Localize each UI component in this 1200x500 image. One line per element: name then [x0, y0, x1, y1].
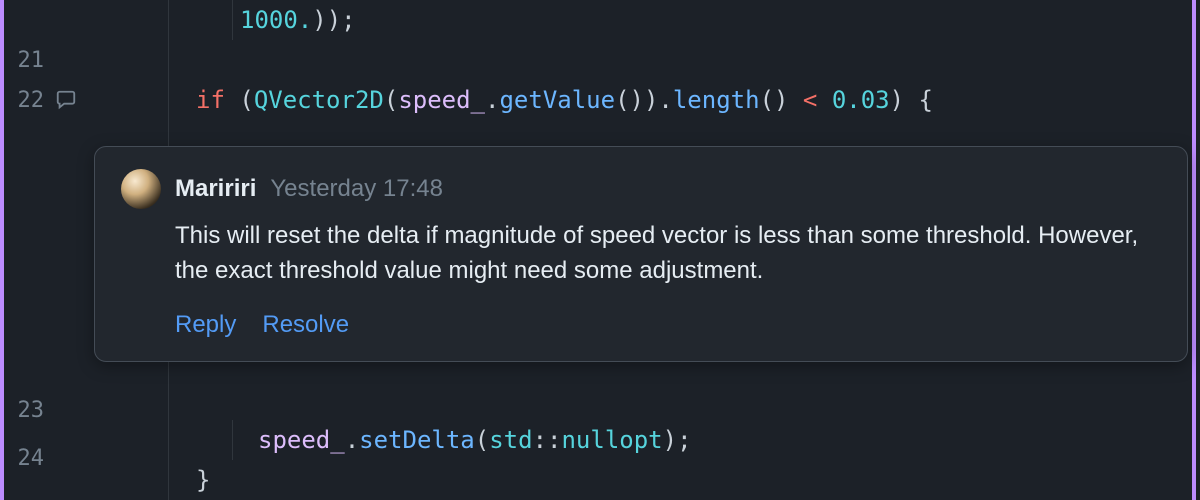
line-number: 21 [12, 48, 44, 73]
gutter-row [4, 0, 88, 40]
comment-timestamp: Yesterday 17:48 [270, 175, 443, 203]
comment-author[interactable]: Maririri [175, 175, 256, 203]
indent-guide [232, 420, 233, 460]
comment-header: Maririri Yesterday 17:48 [121, 169, 1161, 209]
gutter-row: 21 [4, 40, 88, 80]
code-line-blank[interactable] [88, 40, 1200, 80]
gutter-row: 23 [4, 382, 88, 438]
code-editor: 21 22 23 24 1000.)); if (QVecto [0, 0, 1200, 500]
comment-body: This will reset the delta if magnitude o… [175, 219, 1161, 289]
gutter-row: 24 [4, 438, 88, 478]
inline-comment-card: Maririri Yesterday 17:48 This will reset… [94, 146, 1188, 362]
resolve-button[interactable]: Resolve [262, 311, 349, 339]
indent-guide [232, 0, 233, 40]
line-number: 23 [12, 398, 44, 423]
code-line[interactable]: 1000.)); [88, 0, 1200, 40]
gutter: 21 22 23 24 [4, 0, 88, 500]
change-marker-right [1192, 0, 1196, 500]
line-number: 22 [12, 88, 44, 113]
comment-thread-icon[interactable] [52, 89, 80, 111]
code-line[interactable]: speed_.setDelta(std::nullopt); [88, 420, 1200, 460]
line-number: 24 [12, 446, 44, 471]
code-line[interactable]: } [88, 460, 1200, 500]
gutter-row: 22 [4, 80, 88, 120]
code-line[interactable]: if (QVector2D(speed_.getValue()).length(… [88, 80, 1200, 120]
reply-button[interactable]: Reply [175, 311, 236, 339]
avatar[interactable] [121, 169, 161, 209]
comment-actions: Reply Resolve [175, 311, 1161, 339]
